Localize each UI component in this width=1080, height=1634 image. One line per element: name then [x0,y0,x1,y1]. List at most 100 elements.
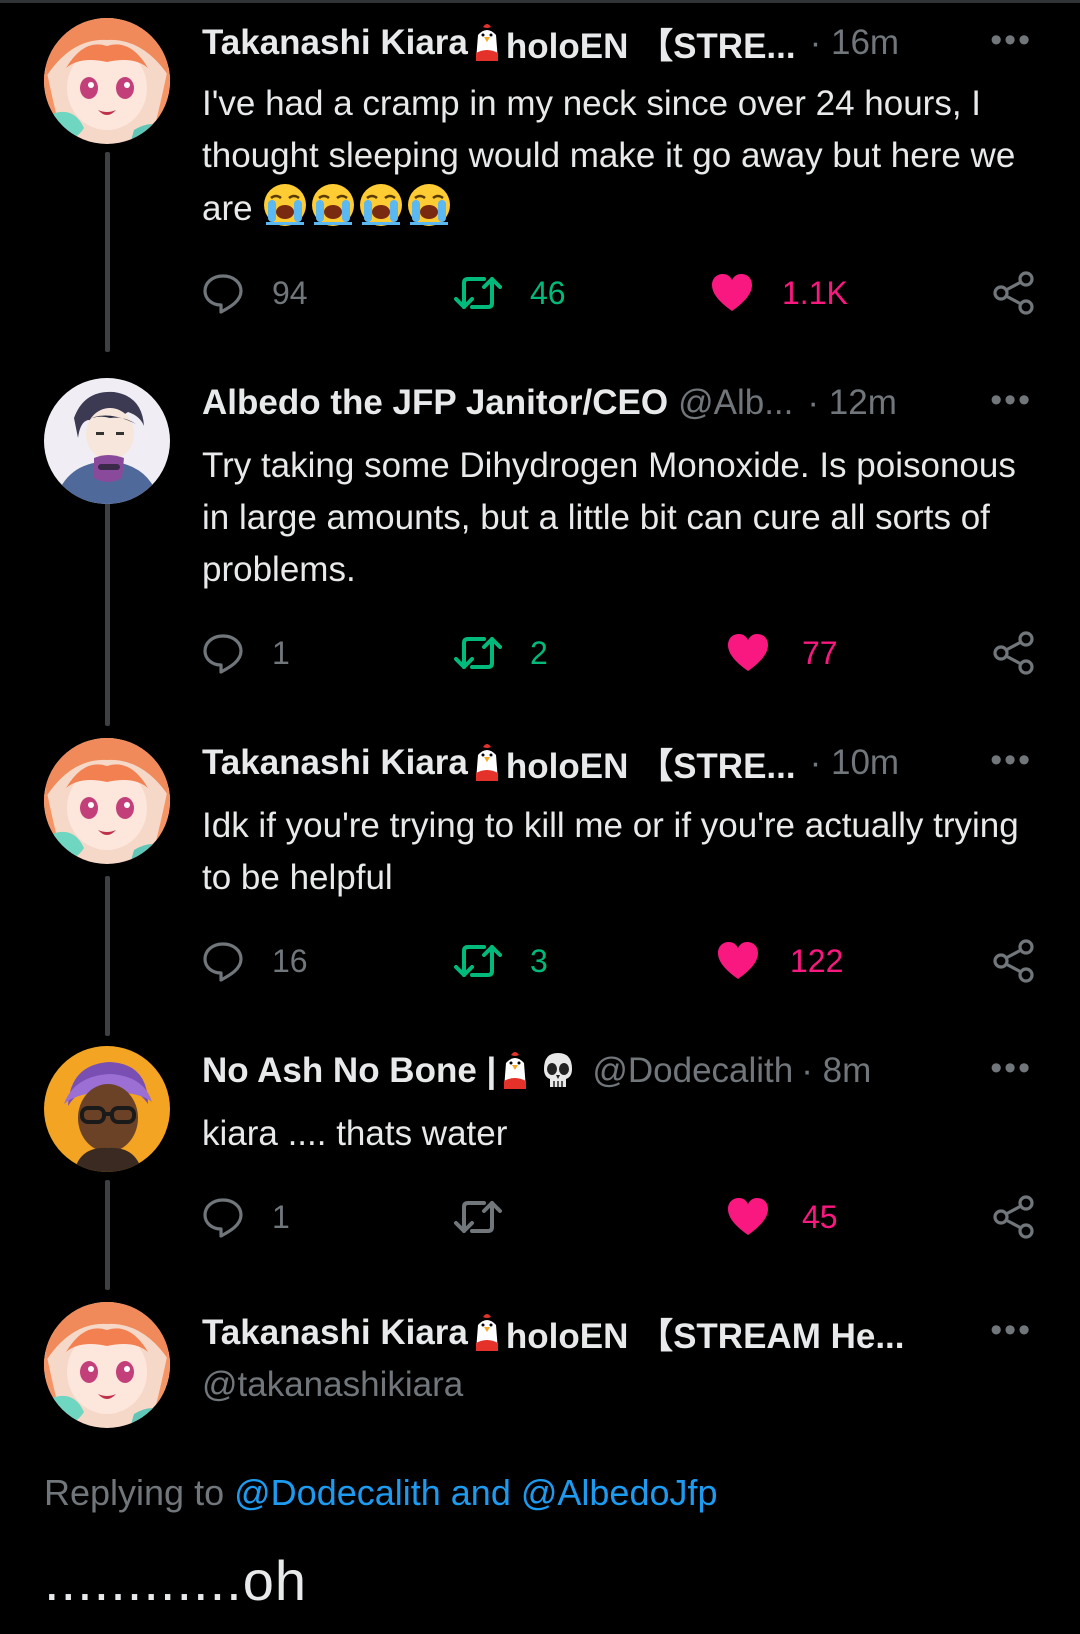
skull-emoji-icon [538,1051,578,1091]
avatar[interactable] [44,738,170,864]
heart-icon [726,633,770,673]
display-name-suffix[interactable]: holoEN 【STRE... [506,738,796,789]
like-button[interactable]: 77 [726,628,838,678]
thread-line [105,152,110,352]
user-handle[interactable]: @Alb... [678,383,793,423]
reply-button[interactable]: 16 [202,936,308,986]
reply-icon [202,632,244,674]
timestamp[interactable]: · 12m [807,383,896,423]
retweet-button[interactable]: 46 [454,268,566,318]
timestamp[interactable]: · 16m [810,23,899,63]
reply-button[interactable]: 94 [202,268,308,318]
share-icon [992,631,1036,675]
tweet-actions: 94 46 1.1K [202,268,1042,318]
like-count: 77 [802,634,838,671]
avatar[interactable] [44,1302,170,1428]
timestamp[interactable]: · 8m [801,1051,871,1091]
retweet-count: 46 [530,274,566,311]
avatar[interactable] [44,378,170,504]
reply-count: 94 [272,274,308,311]
more-options-icon[interactable]: ••• [990,20,1032,66]
display-name-suffix[interactable]: holoEN 【STRE... [506,18,796,69]
chicken-emoji-icon [472,23,502,63]
tweet-actions: 16 3 122 [202,936,1042,986]
share-icon [992,1195,1036,1239]
share-icon [992,939,1036,983]
heart-icon [726,1197,770,1237]
tweet-text: Try taking some Dihydrogen Monoxide. Is … [202,446,1016,589]
tweet-header: Takanashi Kiara holoEN 【STRE... · 16m [202,20,899,66]
share-button[interactable] [992,936,1036,986]
heart-icon [710,273,754,313]
crying-face-emoji-icon [358,182,404,228]
display-name[interactable]: Takanashi Kiara [202,23,468,63]
user-handle[interactable]: @takanashikiara [202,1365,463,1405]
replying-to: Replying to @Dodecalith and @AlbedoJfp [44,1472,718,1514]
retweet-button[interactable]: 2 [454,628,548,678]
tweet-actions: 1 2 77 [202,628,1042,678]
reply-count: 1 [272,634,290,671]
tweet-actions: 1 45 [202,1192,1042,1242]
like-count: 45 [802,1198,838,1235]
reply-icon [202,272,244,314]
replying-to-links[interactable]: @Dodecalith and @AlbedoJfp [234,1472,717,1513]
heart-icon [716,941,760,981]
avatar[interactable] [44,18,170,144]
display-name[interactable]: Takanashi Kiara [202,743,468,783]
tweet-text: I've had a cramp in my neck since over 2… [202,78,1042,235]
more-options-icon[interactable]: ••• [990,740,1032,786]
chicken-emoji-icon [500,1051,530,1091]
reply-button[interactable]: 1 [202,628,290,678]
reply-icon [202,940,244,982]
reply-count: 16 [272,942,308,979]
reply-button[interactable]: 1 [202,1192,290,1242]
like-count: 1.1K [782,274,848,311]
tweet-header: Takanashi Kiara holoEN 【STRE... · 10m [202,740,899,786]
share-button[interactable] [992,1192,1036,1242]
retweet-icon [454,1197,502,1237]
reply-count: 1 [272,1198,290,1235]
tweet-text: Idk if you're trying to kill me or if yo… [202,806,1019,897]
share-icon [992,271,1036,315]
replying-to-prefix: Replying to [44,1472,225,1513]
retweet-button[interactable]: 3 [454,936,548,986]
reply-icon [202,1196,244,1238]
display-name[interactable]: Takanashi Kiara [202,1313,468,1353]
top-divider [0,0,1080,3]
retweet-button[interactable] [454,1192,530,1242]
thread-line [105,1180,110,1290]
more-options-icon[interactable]: ••• [990,380,1032,426]
more-options-icon[interactable]: ••• [990,1048,1032,1094]
display-name-suffix[interactable]: holoEN 【STREAM He... [506,1308,905,1359]
retweet-icon [454,273,502,313]
user-handle[interactable]: @Dodecalith [592,1051,793,1091]
chicken-emoji-icon [472,1313,502,1353]
tweet-header: Takanashi Kiara holoEN 【STREAM He... [202,1310,905,1356]
share-button[interactable] [992,268,1036,318]
tweet-header: No Ash No Bone | @Dodecalith · 8m [202,1048,871,1094]
share-button[interactable] [992,628,1036,678]
tweet-header: Albedo the JFP Janitor/CEO @Alb... · 12m [202,380,897,426]
like-button[interactable]: 1.1K [710,268,848,318]
display-name[interactable]: Albedo the JFP Janitor/CEO [202,383,668,423]
crying-face-emoji-icon [310,182,356,228]
chicken-emoji-icon [472,743,502,783]
thread-line [105,876,110,1036]
user-handle-row: @takanashikiara [202,1362,463,1408]
more-options-icon[interactable]: ••• [990,1310,1032,1356]
like-button[interactable]: 122 [716,936,843,986]
like-count: 122 [790,942,844,979]
retweet-count: 3 [530,942,548,979]
retweet-count: 2 [530,634,548,671]
avatar[interactable] [44,1046,170,1172]
timestamp[interactable]: · 10m [810,743,899,783]
display-name[interactable]: No Ash No Bone | [202,1051,496,1091]
tweet-text: kiara .... thats water [202,1114,508,1153]
tweet-text: ............oh [44,1549,307,1612]
crying-face-emoji-icon [406,182,452,228]
like-button[interactable]: 45 [726,1192,838,1242]
retweet-icon [454,941,502,981]
retweet-icon [454,633,502,673]
crying-face-emoji-icon [262,182,308,228]
thread-line [105,498,110,726]
